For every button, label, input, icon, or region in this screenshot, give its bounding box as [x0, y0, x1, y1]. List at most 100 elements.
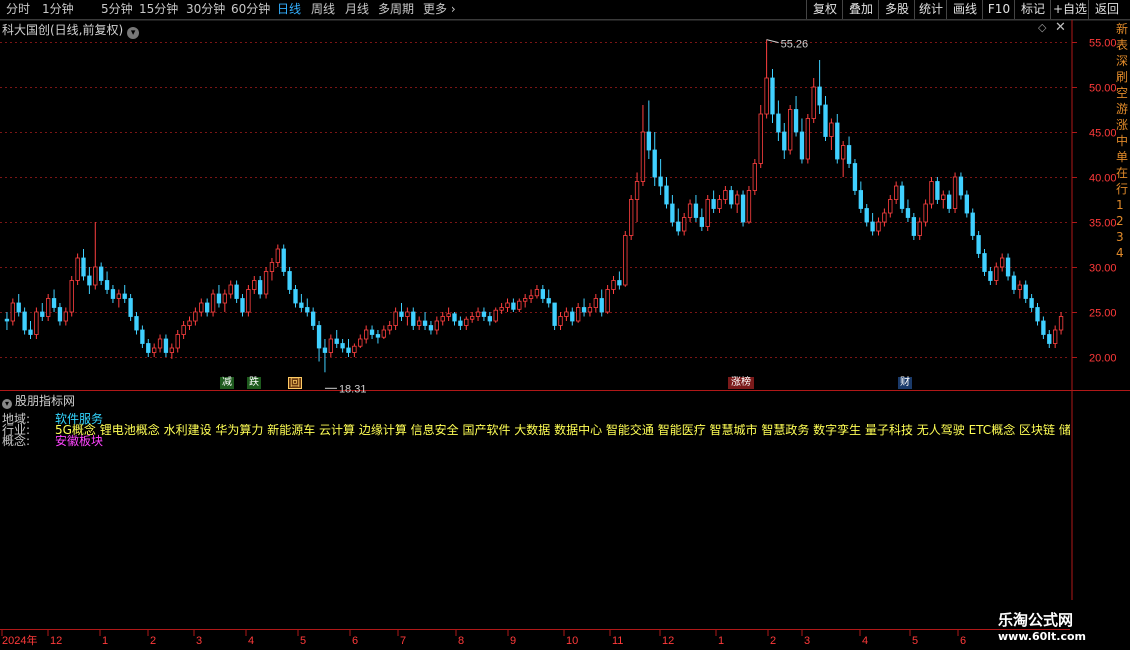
chevron-down-icon[interactable]: ▾ — [2, 399, 12, 409]
candle — [252, 276, 257, 294]
candle — [399, 303, 404, 321]
candle — [151, 343, 157, 357]
candle — [799, 118, 805, 164]
info-row-concept-value: 安徽板块 — [55, 435, 103, 447]
price-tick-label: 50.00 — [1089, 83, 1117, 95]
candle — [670, 195, 675, 227]
candle — [746, 186, 752, 224]
candle — [752, 159, 757, 195]
time-tick-label: 12 — [50, 635, 62, 647]
candle — [22, 307, 27, 335]
candle — [905, 199, 911, 222]
candle — [263, 267, 269, 299]
price-grid — [0, 19, 1130, 630]
candle — [546, 289, 551, 308]
candle — [193, 307, 198, 326]
concept-label: 概念: — [2, 434, 31, 448]
time-tick-label: 8 — [458, 635, 464, 647]
candle — [605, 285, 610, 314]
time-tick-label: 11 — [612, 635, 623, 647]
candle — [110, 285, 116, 303]
candle — [146, 339, 151, 357]
time-tick-label: 5 — [300, 635, 306, 647]
candle — [876, 217, 881, 236]
candle — [693, 195, 699, 222]
info-row-industry-value: 5G概念 锂电池概念 水利建设 华为算力 新能源车 云计算 边缘计算 信息安全 … — [55, 424, 1070, 436]
candlestick-series — [4, 39, 1064, 373]
candle — [475, 307, 481, 321]
time-tick-label: 6 — [352, 635, 358, 647]
candle — [841, 141, 846, 177]
candle — [793, 96, 799, 137]
candle — [175, 330, 180, 353]
candle — [369, 325, 375, 339]
price-tick-label: 25.00 — [1089, 308, 1117, 320]
time-tick-label: 3 — [196, 635, 202, 647]
strip-char: 4 — [1116, 246, 1124, 260]
signal-badge[interactable]: 减 — [220, 377, 234, 389]
candle — [181, 321, 186, 339]
candle — [1047, 330, 1052, 348]
candle — [422, 312, 428, 330]
candle — [322, 339, 328, 373]
candle — [375, 330, 381, 344]
signal-badge[interactable]: 回 — [288, 377, 302, 389]
candle — [458, 316, 463, 330]
industry-value: 5G概念 锂电池概念 水利建设 华为算力 新能源车 云计算 边缘计算 信息安全 … — [55, 424, 1070, 436]
candle — [487, 312, 493, 326]
signal-badge[interactable]: 跌 — [247, 377, 261, 389]
candle — [676, 208, 681, 236]
price-annotations: 55.26 18.31 — [324, 39, 808, 395]
strip-char: 刷 — [1116, 70, 1129, 84]
strip-char: 游 — [1116, 102, 1129, 116]
candle — [481, 307, 487, 321]
candle — [34, 307, 39, 339]
candle — [640, 105, 646, 186]
candle — [393, 307, 398, 330]
candle — [782, 123, 787, 159]
candle — [835, 114, 840, 164]
candle — [646, 100, 651, 159]
candle — [493, 307, 498, 323]
candle — [947, 190, 952, 213]
candle — [917, 217, 922, 240]
signal-badge[interactable]: 涨榜 — [728, 377, 754, 389]
candle — [517, 298, 522, 312]
candle — [687, 199, 693, 222]
candle — [623, 231, 628, 287]
price-tick-label: 45.00 — [1089, 128, 1117, 140]
candle — [228, 280, 233, 299]
signal-badge[interactable]: 财 — [898, 377, 912, 389]
candle — [40, 303, 45, 321]
indicator-title[interactable]: ▾ 股朋指标网 — [2, 392, 75, 409]
price-tick-label: 55.00 — [1089, 38, 1117, 50]
candle — [817, 60, 822, 114]
candle — [882, 208, 887, 227]
candle — [1041, 316, 1046, 339]
candle — [581, 298, 587, 317]
candle — [699, 208, 704, 231]
candle — [994, 262, 999, 285]
candle — [1058, 312, 1064, 335]
candle — [4, 312, 10, 330]
strip-char: 新 — [1116, 22, 1129, 36]
candle — [952, 172, 958, 213]
candle — [723, 186, 728, 204]
time-tick-label: 4 — [862, 635, 868, 647]
strip-char: 涨 — [1116, 118, 1129, 132]
price-tick-label: 30.00 — [1089, 263, 1117, 275]
candle — [858, 181, 863, 213]
strip-char: 深 — [1116, 54, 1129, 68]
candle — [405, 307, 410, 326]
candle — [770, 69, 775, 123]
candle — [1023, 280, 1028, 303]
watermark-url: www.60lt.com — [998, 630, 1087, 643]
time-tick-label: 2 — [150, 635, 156, 647]
candle — [299, 294, 304, 312]
candle — [511, 298, 516, 312]
kline-chart[interactable]: 55.26 18.31 55.00 50.00 45.00 40.00 35.00 30.0… — [0, 0, 1130, 650]
candle — [982, 249, 987, 276]
time-tick-label: 6 — [960, 635, 966, 647]
price-axis: 55.00 50.00 45.00 40.00 35.00 30.00 25.00 20.00 — [1072, 38, 1117, 365]
time-tick-label: 3 — [804, 635, 810, 647]
